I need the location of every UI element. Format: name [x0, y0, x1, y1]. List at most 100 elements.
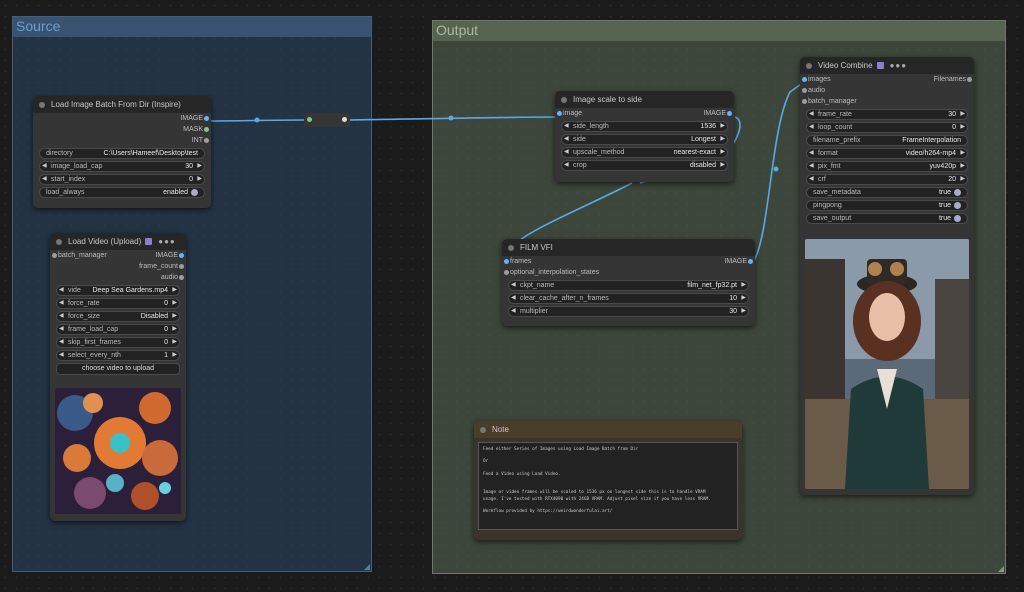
- force-rate-stepper[interactable]: force_rate 0: [56, 298, 180, 309]
- loop-count-stepper[interactable]: loop_count 0: [806, 122, 968, 133]
- choose-video-upload-button[interactable]: choose video to upload: [56, 363, 180, 375]
- widget-label: frame_load_cap: [68, 326, 119, 333]
- collapse-dot[interactable]: [561, 96, 567, 103]
- reroute-input-pin[interactable]: [307, 117, 312, 122]
- widget-value: Deep Sea Gardens.mp4: [92, 287, 169, 294]
- int-output-pin[interactable]: [204, 138, 209, 143]
- ckpt-name-select[interactable]: ckpt_name film_net_fp32.pt: [508, 280, 749, 291]
- widget-label: frame_rate: [818, 111, 852, 118]
- select-every-nth-stepper[interactable]: select_every_nth 1: [56, 350, 180, 361]
- output-mask[interactable]: MASK: [33, 124, 211, 135]
- multiplier-stepper[interactable]: multiplier 30: [508, 306, 749, 317]
- image-output-pin[interactable]: [204, 116, 209, 121]
- input-batch-manager[interactable]: batch_manager: [800, 96, 974, 107]
- note-node[interactable]: Note Feed either Series of Images using …: [474, 421, 742, 540]
- input-frames[interactable]: frames IMAGE: [502, 256, 755, 267]
- output-label: INT: [191, 137, 203, 144]
- widget-label: save_metadata: [813, 189, 861, 196]
- frame-load-cap-stepper[interactable]: frame_load_cap 0: [56, 324, 180, 335]
- input-batch-manager[interactable]: batch_manager IMAGE: [50, 250, 186, 261]
- batch-manager-input-pin[interactable]: [802, 99, 807, 104]
- image-output-pin[interactable]: [179, 253, 184, 258]
- image-output-pin[interactable]: [727, 111, 732, 116]
- upscale-method-select[interactable]: upscale_method nearest-exact: [561, 147, 728, 158]
- collapse-dot[interactable]: [480, 426, 486, 433]
- save-output-toggle[interactable]: save_output true: [806, 213, 968, 224]
- output-image[interactable]: IMAGE: [33, 113, 211, 124]
- skip-first-frames-stepper[interactable]: skip_first_frames 0: [56, 337, 180, 348]
- widget-value: 0: [164, 300, 168, 307]
- widget-label: save_output: [813, 215, 852, 222]
- filename-prefix-field[interactable]: filename_prefix FrameInterpolation: [806, 135, 968, 146]
- mask-output-pin[interactable]: [204, 127, 209, 132]
- node-title: FILM VFI: [520, 243, 553, 252]
- film-vfi-header[interactable]: FILM VFI: [502, 239, 755, 256]
- side-length-stepper[interactable]: side_length 1536: [561, 121, 728, 132]
- toggle-knob: [954, 214, 961, 222]
- interpolation-states-input-pin[interactable]: [504, 270, 509, 275]
- video-combine-node[interactable]: Video Combine ●●● images Filenames audio b…: [800, 57, 974, 495]
- filenames-output-pin[interactable]: [967, 77, 972, 82]
- input-label: batch_manager: [808, 98, 857, 105]
- widget-value: 1: [164, 352, 168, 359]
- frame-count-output-pin[interactable]: [179, 264, 184, 269]
- widget-label: crop: [573, 162, 587, 169]
- collapse-dot[interactable]: [39, 101, 45, 108]
- load-video-header[interactable]: Load Video (Upload) ●●●: [50, 233, 186, 250]
- save-metadata-toggle[interactable]: save_metadata true: [806, 187, 968, 198]
- output-label: Filenames: [933, 76, 966, 83]
- image-scale-header[interactable]: Image scale to side: [555, 91, 734, 108]
- images-input-pin[interactable]: [802, 77, 807, 82]
- input-optional-interpolation-states[interactable]: optional_interpolation_states: [502, 267, 755, 278]
- image-input-pin[interactable]: [557, 111, 562, 116]
- crop-select[interactable]: crop disabled: [561, 160, 728, 171]
- image-load-cap-stepper[interactable]: image_load_cap 30: [39, 161, 205, 172]
- pix-fmt-select[interactable]: pix_fmt yuv420p: [806, 161, 968, 172]
- audio-input-pin[interactable]: [802, 88, 807, 93]
- video-combine-header[interactable]: Video Combine ●●●: [800, 57, 974, 74]
- toggle-knob: [191, 188, 198, 196]
- image-output-pin[interactable]: [748, 259, 753, 264]
- film-vfi-node[interactable]: FILM VFI frames IMAGE optional_interpolat…: [502, 239, 755, 326]
- pingpong-toggle[interactable]: pingpong true: [806, 200, 968, 211]
- collapse-dot[interactable]: [56, 238, 62, 245]
- output-frame-count[interactable]: frame_count: [50, 261, 186, 272]
- load-image-batch-header[interactable]: Load Image Batch From Dir (Inspire): [33, 96, 211, 113]
- note-text-area[interactable]: Feed either Series of Images using Load …: [478, 442, 738, 530]
- node-title: Image scale to side: [573, 95, 642, 104]
- load-video-node[interactable]: Load Video (Upload) ●●● batch_manager IMAG…: [50, 233, 186, 521]
- collapse-dot[interactable]: [508, 244, 514, 251]
- format-select[interactable]: format video/h264-mp4: [806, 148, 968, 159]
- collapse-dot[interactable]: [806, 62, 812, 69]
- audio-output-pin[interactable]: [179, 275, 184, 280]
- reroute-node[interactable]: [304, 113, 350, 127]
- crf-stepper[interactable]: crf 20: [806, 174, 968, 185]
- clear-cache-stepper[interactable]: clear_cache_after_n_frames 10: [508, 293, 749, 304]
- start-index-stepper[interactable]: start_index 0: [39, 174, 205, 185]
- widget-label: pingpong: [813, 202, 842, 209]
- image-scale-node[interactable]: Image scale to side image IMAGE side_leng…: [555, 91, 734, 182]
- input-image[interactable]: image IMAGE: [555, 108, 734, 119]
- output-audio[interactable]: audio: [50, 272, 186, 283]
- load-image-batch-node[interactable]: Load Image Batch From Dir (Inspire) IMAG…: [33, 96, 211, 208]
- side-select[interactable]: side Longest: [561, 134, 728, 145]
- frames-input-pin[interactable]: [504, 259, 509, 264]
- load-always-toggle[interactable]: load_always enabled: [39, 187, 205, 198]
- video-select[interactable]: vide Deep Sea Gardens.mp4: [56, 285, 180, 296]
- directory-field[interactable]: directory C:\Users\Hameef\Desktop\test: [39, 148, 205, 159]
- widget-label: format: [818, 150, 838, 157]
- force-size-select[interactable]: force_size Disabled: [56, 311, 180, 322]
- output-label: audio: [160, 274, 178, 281]
- note-header[interactable]: Note: [474, 421, 742, 438]
- input-images[interactable]: images Filenames: [800, 74, 974, 85]
- frame-rate-stepper[interactable]: frame_rate 30: [806, 109, 968, 120]
- reroute-output-pin[interactable]: [342, 117, 347, 122]
- video-preview-image: [55, 388, 181, 514]
- widget-value: Disabled: [140, 313, 168, 320]
- input-audio[interactable]: audio: [800, 85, 974, 96]
- widget-value: true: [938, 189, 951, 196]
- output-label: IMAGE: [703, 110, 726, 117]
- widget-label: upscale_method: [573, 149, 625, 156]
- batch-manager-input-pin[interactable]: [52, 253, 57, 258]
- output-int[interactable]: INT: [33, 135, 211, 146]
